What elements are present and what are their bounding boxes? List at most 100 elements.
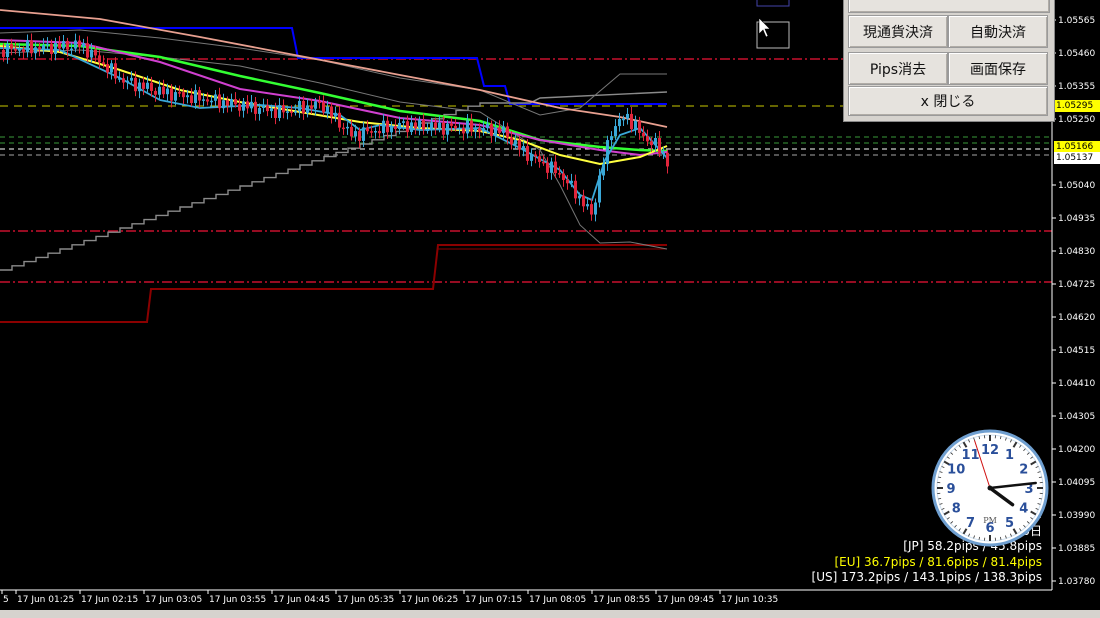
status-bar (0, 610, 1100, 618)
candle-body (486, 123, 489, 129)
candle-body (18, 49, 21, 51)
ma-fast-line (0, 47, 668, 202)
close-panel-button[interactable]: x 閉じる (848, 86, 1048, 116)
candle-body (70, 48, 73, 51)
candle-body (358, 131, 361, 141)
candle-body (334, 112, 337, 117)
candle-body (434, 122, 437, 129)
candle-body (306, 105, 309, 114)
price-tag-1: 1.05295 (1054, 100, 1100, 112)
price-label: 1.05355 (1058, 82, 1095, 92)
candle-body (542, 161, 545, 164)
candle-body (330, 106, 333, 117)
candle-body (186, 95, 189, 98)
clock-number: 10 (947, 463, 965, 478)
candle-body (86, 43, 89, 58)
price-label: 1.04725 (1058, 280, 1095, 290)
candle-body (166, 88, 169, 95)
candle-body (194, 90, 197, 104)
candle-body (382, 120, 385, 134)
top-partial-button[interactable] (848, 0, 1050, 13)
candle-body (238, 104, 241, 111)
price-label: 1.03885 (1058, 544, 1095, 554)
clock-number: 12 (981, 443, 999, 458)
candle-body (222, 100, 225, 109)
candle-body (214, 94, 217, 101)
candle-body (102, 62, 105, 65)
candle-body (550, 161, 553, 173)
candle-body (606, 140, 609, 165)
candle-body (566, 179, 569, 184)
auto-settlement-button[interactable]: 自動決済 (948, 15, 1048, 48)
close-current-currency-button[interactable]: 現通貨決済 (848, 15, 948, 48)
candle-body (74, 40, 77, 49)
candle-body (562, 173, 565, 180)
candle-body (110, 63, 113, 73)
candle-body (78, 40, 81, 48)
candle-body (98, 55, 101, 63)
candle-body (602, 164, 605, 176)
candle-body (278, 105, 281, 118)
candle-body (210, 100, 213, 103)
candle-body (418, 120, 421, 129)
candle-body (650, 141, 653, 146)
candle-body (206, 99, 209, 102)
candle-body (82, 43, 85, 48)
candle-body (350, 126, 353, 137)
candle-body (162, 86, 165, 95)
candle-body (10, 43, 13, 49)
session-us: [US] 173.2pips / 143.1pips / 138.3pips (811, 570, 1042, 584)
clear-pips-button[interactable]: Pips消去 (848, 52, 948, 85)
mini-box-icon (756, 0, 790, 7)
candle-body (538, 156, 541, 162)
candle-body (338, 112, 341, 128)
candle-body (234, 99, 237, 105)
price-tag-3: 1.05137 (1054, 152, 1100, 164)
candle-body (490, 123, 493, 136)
candle-body (290, 111, 293, 113)
candle-body (634, 120, 637, 130)
candle-body (322, 102, 325, 113)
candle-body (578, 195, 581, 199)
candle-body (122, 78, 125, 83)
candle-body (522, 146, 525, 150)
candle-body (14, 48, 17, 51)
candle-body (646, 136, 649, 142)
candle-body (66, 40, 69, 50)
candle-body (226, 100, 229, 106)
candle-body (546, 162, 549, 173)
mouse-cursor-icon (758, 17, 771, 38)
candle-body (258, 108, 261, 114)
candle-body (630, 113, 633, 130)
candle-body (506, 126, 509, 138)
candle-body (230, 99, 233, 106)
candle-body (58, 42, 61, 49)
price-label: 1.04830 (1058, 247, 1095, 257)
candle-body (38, 47, 41, 50)
candle-body (146, 82, 149, 89)
candlesticks (2, 33, 669, 222)
candle-body (498, 127, 501, 133)
candle-body (662, 152, 665, 155)
candle-body (586, 204, 589, 207)
save-screen-button[interactable]: 画面保存 (948, 52, 1048, 85)
candle-body (590, 204, 593, 215)
candle-body (378, 130, 381, 134)
candle-body (134, 77, 137, 92)
candle-body (170, 88, 173, 101)
candle-body (610, 136, 613, 141)
candle-body (518, 140, 521, 150)
time-label: 17 Jun 04:45 (273, 595, 330, 605)
candle-body (422, 120, 425, 130)
clock-number: 8 (952, 502, 961, 517)
price-label: 1.04935 (1058, 214, 1095, 224)
candle-body (90, 49, 93, 58)
candle-body (254, 101, 257, 114)
candle-body (390, 126, 393, 133)
candle-body (598, 175, 601, 203)
candle-body (114, 63, 117, 79)
candle-body (310, 105, 313, 109)
candle-body (318, 101, 321, 103)
candle-body (2, 50, 5, 57)
candle-body (534, 154, 537, 157)
